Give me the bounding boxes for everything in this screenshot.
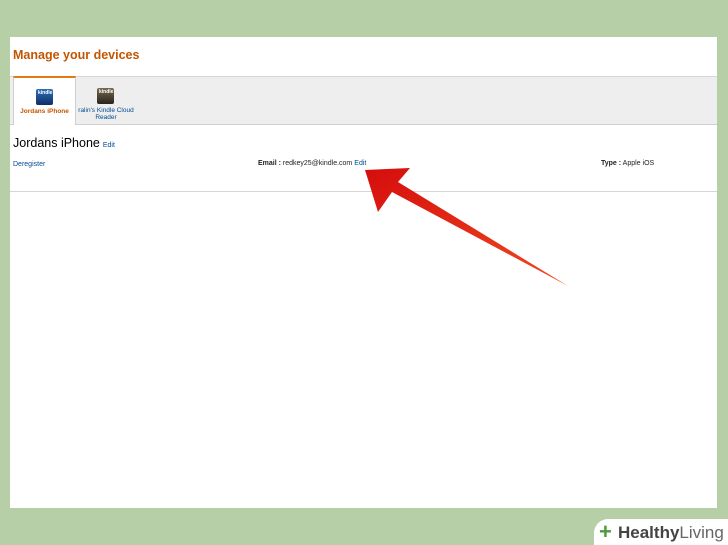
edit-device-name-link[interactable]: Edit [103,142,115,149]
kindle-cloud-reader-icon: kindle [97,88,114,104]
device-tab-strip: kindle Jordans iPhone kindle ralin's Kin… [10,76,717,125]
type-label: Type : [601,160,622,167]
logo-text: HealthyLiving [618,523,724,542]
kindle-app-icon: kindle [36,89,53,105]
device-name: Jordans iPhone [13,136,100,150]
plus-logo-icon: + [599,519,612,544]
tab-jordans-iphone[interactable]: kindle Jordans iPhone [13,76,76,125]
email-value: redkey25@kindle.com [282,160,353,167]
tab-label: Jordans iPhone [20,108,69,115]
type-row: Type : Apple iOS [601,160,654,167]
divider [10,191,717,192]
devices-panel: Manage your devices kindle Jordans iPhon… [10,37,717,508]
page-title: Manage your devices [13,48,140,62]
email-label: Email : [258,160,281,167]
type-value: Apple iOS [622,160,655,167]
edit-email-link[interactable]: Edit [354,160,366,167]
tab-label: ralin's Kindle Cloud Reader [78,107,134,121]
tab-kindle-cloud-reader[interactable]: kindle ralin's Kindle Cloud Reader [76,77,136,124]
healthy-living-logo: + HealthyLiving [594,519,728,545]
deregister-link[interactable]: Deregister [13,161,45,168]
device-name-heading: Jordans iPhone Edit [13,136,115,150]
email-row: Email : redkey25@kindle.com Edit [258,160,366,167]
